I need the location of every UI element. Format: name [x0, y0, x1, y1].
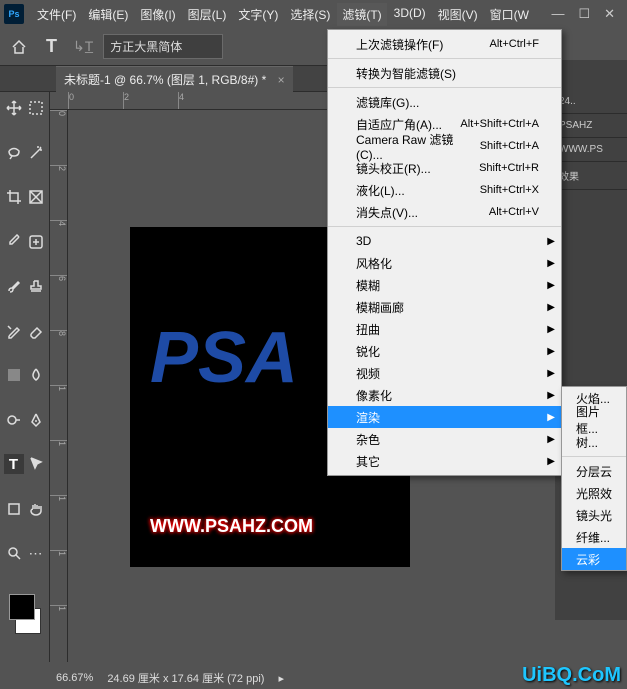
wand-tool[interactable] — [26, 143, 46, 163]
menu-layer[interactable]: 图层(L) — [183, 3, 232, 26]
tool-panel: T ⋯ — [0, 92, 50, 662]
menu-blur[interactable]: 模糊▶ — [328, 274, 561, 296]
menu-3d[interactable]: 3D(D) — [389, 3, 431, 26]
edit-toolbar-icon[interactable]: ⋯ — [26, 543, 46, 563]
panel-row-2[interactable]: PSAHZ — [555, 114, 627, 138]
filter-menu: 上次滤镜操作(F)Alt+Ctrl+F 转换为智能滤镜(S) 滤镜库(G)...… — [327, 29, 562, 476]
hand-tool[interactable] — [26, 499, 46, 519]
chevron-right-icon: ▶ — [547, 456, 555, 467]
eraser-tool[interactable] — [26, 321, 46, 341]
move-tool[interactable] — [4, 98, 24, 118]
menu-blur-gallery[interactable]: 模糊画廊▶ — [328, 296, 561, 318]
text-tool-indicator: T — [40, 34, 63, 59]
status-bar: 66.67% 24.69 厘米 x 17.64 厘米 (72 ppi) ▸ — [50, 667, 284, 689]
submenu-separator — [562, 456, 626, 457]
menu-stylize[interactable]: 风格化▶ — [328, 252, 561, 274]
menu-last-filter[interactable]: 上次滤镜操作(F)Alt+Ctrl+F — [328, 33, 561, 55]
frame-tool[interactable] — [26, 187, 46, 207]
menu-filter-gallery[interactable]: 滤镜库(G)... — [328, 91, 561, 113]
chevron-right-icon: ▶ — [547, 258, 555, 269]
maximize-icon[interactable]: ☐ — [578, 6, 590, 22]
chevron-right-icon: ▶ — [547, 434, 555, 445]
panel-row-1[interactable]: 24.. — [555, 90, 627, 114]
chevron-right-icon: ▶ — [547, 368, 555, 379]
eyedropper-tool[interactable] — [4, 232, 24, 252]
menu-liquify[interactable]: 液化(L)...Shift+Ctrl+X — [328, 179, 561, 201]
app-logo: Ps — [4, 4, 24, 24]
document-tab[interactable]: 未标题-1 @ 66.7% (图层 1, RGB/8#) * × — [56, 66, 293, 92]
menu-view[interactable]: 视图(V) — [433, 3, 483, 26]
ruler-vertical: 0246811111 — [50, 110, 68, 662]
menubar: 文件(F) 编辑(E) 图像(I) 图层(L) 文字(Y) 选择(S) 滤镜(T… — [32, 3, 551, 26]
menu-pixelate[interactable]: 像素化▶ — [328, 384, 561, 406]
submenu-fibers[interactable]: 纤维... — [562, 526, 626, 548]
close-icon[interactable]: ✕ — [604, 6, 615, 22]
dodge-tool[interactable] — [4, 410, 24, 430]
chevron-right-icon: ▶ — [547, 236, 555, 247]
canvas-big-text: PSA — [150, 317, 298, 399]
document-tab-label: 未标题-1 @ 66.7% (图层 1, RGB/8#) * — [64, 73, 266, 87]
chevron-right-icon: ▶ — [547, 324, 555, 335]
zoom-tool[interactable] — [4, 543, 24, 563]
orientation-toggle-icon[interactable]: ↳T̲ — [73, 38, 93, 55]
document-dimensions: 24.69 厘米 x 17.64 厘米 (72 ppi) — [107, 670, 264, 686]
menu-distort[interactable]: 扭曲▶ — [328, 318, 561, 340]
submenu-diff-clouds[interactable]: 分层云 — [562, 460, 626, 482]
tab-close-icon[interactable]: × — [278, 73, 285, 87]
menu-3d[interactable]: 3D▶ — [328, 230, 561, 252]
menu-filter[interactable]: 滤镜(T) — [337, 3, 386, 26]
submenu-clouds[interactable]: 云彩 — [562, 548, 626, 570]
crop-tool[interactable] — [4, 187, 24, 207]
lasso-tool[interactable] — [4, 143, 24, 163]
submenu-tree[interactable]: 树... — [562, 431, 626, 453]
chevron-right-icon: ▶ — [547, 412, 555, 423]
healing-tool[interactable] — [26, 232, 46, 252]
panel-row-3[interactable]: WWW.PS — [555, 138, 627, 162]
menu-lens-correction[interactable]: 镜头校正(R)...Shift+Ctrl+R — [328, 157, 561, 179]
submenu-picture-frame[interactable]: 图片框... — [562, 409, 626, 431]
menu-render[interactable]: 渲染▶ — [328, 406, 561, 428]
chevron-right-icon: ▶ — [547, 390, 555, 401]
menu-video[interactable]: 视频▶ — [328, 362, 561, 384]
chevron-right-icon: ▶ — [547, 346, 555, 357]
panel-row-4[interactable]: 效果 — [555, 162, 627, 190]
chevron-right-icon: ▶ — [547, 280, 555, 291]
marquee-tool[interactable] — [26, 98, 46, 118]
shape-tool[interactable] — [4, 499, 24, 519]
menu-file[interactable]: 文件(F) — [32, 3, 81, 26]
gradient-tool[interactable] — [4, 365, 24, 385]
color-swatches[interactable] — [5, 594, 45, 634]
path-select-tool[interactable] — [26, 454, 46, 474]
history-brush-tool[interactable] — [4, 321, 24, 341]
menu-convert-smart[interactable]: 转换为智能滤镜(S) — [328, 62, 561, 84]
menu-vanishing-point[interactable]: 消失点(V)...Alt+Ctrl+V — [328, 201, 561, 223]
pen-tool[interactable] — [26, 410, 46, 430]
menu-image[interactable]: 图像(I) — [135, 3, 180, 26]
render-submenu: 火焰... 图片框... 树... 分层云 光照效 镜头光 纤维... 云彩 — [561, 386, 627, 571]
statusbar-chevron-icon[interactable]: ▸ — [278, 672, 284, 685]
watermark: UiBQ.CoM — [522, 664, 621, 687]
brush-tool[interactable] — [4, 276, 24, 296]
menu-edit[interactable]: 编辑(E) — [83, 3, 133, 26]
menu-select[interactable]: 选择(S) — [285, 3, 335, 26]
menu-sharpen[interactable]: 锐化▶ — [328, 340, 561, 362]
chevron-right-icon: ▶ — [547, 302, 555, 313]
text-tool[interactable]: T — [4, 454, 24, 474]
menu-type[interactable]: 文字(Y) — [233, 3, 283, 26]
menu-noise[interactable]: 杂色▶ — [328, 428, 561, 450]
home-icon[interactable] — [8, 36, 30, 58]
submenu-lighting[interactable]: 光照效 — [562, 482, 626, 504]
blur-tool[interactable] — [26, 365, 46, 385]
foreground-color-swatch[interactable] — [9, 594, 35, 620]
submenu-lens-flare[interactable]: 镜头光 — [562, 504, 626, 526]
zoom-level[interactable]: 66.67% — [56, 672, 93, 684]
menu-other[interactable]: 其它▶ — [328, 450, 561, 472]
canvas-url-text: WWW.PSAHZ.COM — [150, 516, 313, 537]
font-family-select[interactable]: 方正大黑简体 — [103, 34, 223, 59]
menu-window[interactable]: 窗口(W — [485, 3, 534, 26]
minimize-icon[interactable]: — — [551, 6, 564, 22]
stamp-tool[interactable] — [26, 276, 46, 296]
menu-camera-raw[interactable]: Camera Raw 滤镜(C)...Shift+Ctrl+A — [328, 135, 561, 157]
